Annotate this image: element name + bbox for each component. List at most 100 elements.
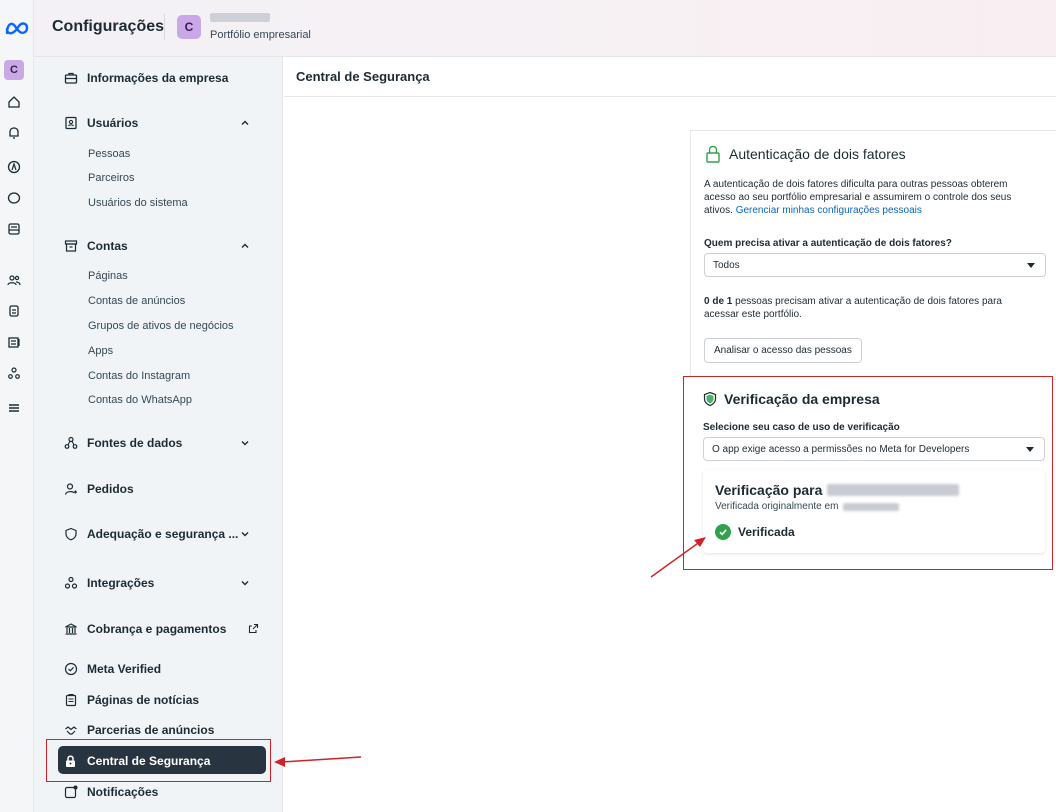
sidebar-subitem-system-users[interactable]: Usuários do sistema — [88, 197, 188, 209]
sidebar-item-billing[interactable]: Cobrança e pagamentos — [64, 622, 226, 636]
sidebar-item-label: Parcerias de anúncios — [87, 723, 215, 737]
sidebar-item-label: Informações da empresa — [87, 71, 229, 85]
sidebar-item-users[interactable]: Usuários — [64, 116, 138, 130]
clipboard-icon — [65, 693, 77, 707]
tools-icon[interactable] — [7, 335, 21, 349]
arrow-to-security-center — [274, 756, 362, 767]
sidebar-item-company-info[interactable]: Informações da empresa — [64, 71, 228, 85]
sidebar-item-compliance[interactable]: Adequação e segurança ... — [64, 527, 238, 541]
sidebar-subitem-ad-accounts[interactable]: Contas de anúncios — [88, 295, 185, 307]
id-badge-icon — [65, 116, 77, 130]
business-subtitle: Portfólio empresarial — [210, 29, 311, 41]
sidebar-item-label: Meta Verified — [87, 662, 162, 676]
verification-status-panel: Verificação para Verificada originalment… — [703, 470, 1045, 553]
sidebar-item-ad-partnerships[interactable]: Parcerias de anúncios — [64, 723, 214, 737]
sidebar-item-label: Fontes de dados — [87, 436, 183, 450]
data-sources-icon — [64, 436, 78, 449]
sidebar-subitem-whatsapp[interactable]: Contas do WhatsApp — [88, 394, 192, 406]
sidebar-item-requests[interactable]: Pedidos — [64, 482, 134, 496]
header-divider — [164, 14, 165, 40]
sidebar-subitem-pages[interactable]: Páginas — [88, 270, 128, 282]
verified-badge-icon — [64, 662, 78, 676]
sidebar-subitem-asset-groups[interactable]: Grupos de ativos de negócios — [88, 320, 234, 332]
verified-originally-label: Verificada originalmente em — [715, 501, 839, 512]
notification-icon — [64, 785, 78, 799]
sidebar-item-label: Contas — [87, 239, 128, 253]
external-link-icon[interactable] — [248, 623, 259, 634]
two-factor-title: Autenticação de dois fatores — [705, 145, 906, 163]
verification-for-label: Verificação para — [715, 482, 823, 498]
menu-icon[interactable] — [7, 401, 21, 415]
business-avatar[interactable]: C — [177, 15, 201, 39]
shield-icon — [65, 527, 77, 541]
verified-originally-line: Verificada originalmente em — [715, 501, 900, 512]
sidebar-subitem-people[interactable]: Pessoas — [88, 148, 130, 160]
chevron-up-icon[interactable] — [240, 241, 250, 251]
verification-use-case-select[interactable]: O app exige acesso a permissões no Meta … — [703, 437, 1045, 461]
archive-icon — [64, 240, 78, 252]
briefcase-icon — [64, 72, 78, 84]
two-factor-question: Quem precisa ativar a autenticação de do… — [704, 238, 952, 249]
sidebar-item-news-pages[interactable]: Páginas de notícias — [64, 693, 199, 707]
bell-icon[interactable] — [7, 126, 21, 140]
data-icon[interactable] — [7, 366, 21, 380]
sidebar-item-label: Adequação e segurança ... — [87, 527, 239, 541]
two-factor-card: Autenticação de dois fatores A autentica… — [690, 130, 1056, 380]
sidebar-item-label: Notificações — [87, 785, 159, 799]
business-verification-title-text: Verificação da empresa — [724, 391, 880, 407]
inbox-icon[interactable] — [7, 222, 21, 236]
sidebar-item-label: Integrações — [87, 576, 155, 590]
chevron-down-icon[interactable] — [240, 438, 250, 448]
shield-check-icon — [703, 391, 717, 407]
sidebar-item-label: Páginas de notícias — [87, 693, 200, 707]
verification-use-case-value: O app exige acesso a permissões no Meta … — [712, 443, 970, 455]
manage-personal-settings-link[interactable]: Gerenciar minhas configurações pessoais — [736, 205, 922, 216]
chevron-down-icon[interactable] — [240, 578, 250, 588]
verification-status: Verificada — [715, 524, 795, 540]
chevron-down-icon[interactable] — [240, 529, 250, 539]
sidebar-item-meta-verified[interactable]: Meta Verified — [64, 662, 161, 676]
business-verification-title: Verificação da empresa — [702, 391, 880, 407]
home-icon[interactable] — [7, 95, 21, 109]
chat-icon[interactable] — [7, 191, 21, 205]
sidebar-item-label: Usuários — [87, 116, 139, 130]
rail-avatar[interactable]: C — [4, 60, 24, 80]
company-name-redacted — [827, 484, 960, 496]
sidebar-item-integrations[interactable]: Integrações — [64, 576, 154, 590]
people-icon[interactable] — [7, 273, 21, 287]
two-factor-description: A autenticação de dois fatores dificulta… — [704, 178, 1034, 217]
meta-logo-icon[interactable] — [4, 20, 30, 36]
sidebar-item-accounts[interactable]: Contas — [64, 239, 128, 253]
page-title: Configurações — [52, 18, 165, 35]
sidebar-item-label: Pedidos — [87, 482, 134, 496]
two-factor-title-text: Autenticação de dois fatores — [729, 146, 906, 162]
chevron-up-icon[interactable] — [240, 118, 250, 128]
dropdown-arrow-icon — [1026, 447, 1034, 452]
sidebar-subitem-apps[interactable]: Apps — [88, 345, 113, 357]
sidebar-item-notifications[interactable]: Notificações — [64, 785, 158, 799]
integrations-icon — [64, 576, 78, 589]
lock-outline-icon — [706, 145, 720, 163]
verification-use-case-question: Selecione seu caso de uso de verificação — [703, 422, 900, 433]
sidebar-item-data-sources[interactable]: Fontes de dados — [64, 436, 182, 450]
sidebar-subitem-partners[interactable]: Parceiros — [88, 172, 134, 184]
check-circle-icon — [715, 524, 731, 540]
person-request-icon — [64, 483, 77, 495]
bank-icon — [65, 623, 77, 635]
settings-sidebar: Informações da empresa Usuários Pessoas … — [34, 57, 283, 812]
verification-status-text: Verificada — [738, 525, 795, 539]
sidebar-subitem-instagram[interactable]: Contas do Instagram — [88, 370, 190, 382]
highlight-box-security-center — [46, 739, 271, 782]
review-access-button[interactable]: Analisar o acesso das pessoas — [704, 338, 862, 363]
two-factor-count-bold: 0 de 1 — [704, 296, 733, 307]
business-name-redacted — [210, 13, 270, 22]
verification-date-redacted — [843, 502, 900, 511]
app-rail: C — [0, 0, 34, 812]
two-factor-select[interactable]: Todos — [704, 253, 1046, 277]
main-title: Central de Segurança — [296, 69, 430, 84]
assets-icon[interactable] — [7, 304, 21, 318]
main-divider — [284, 96, 1056, 97]
ads-icon[interactable] — [7, 160, 21, 174]
two-factor-count-rest: pessoas precisam ativar a autenticação d… — [704, 296, 1002, 320]
handshake-icon — [65, 726, 77, 735]
